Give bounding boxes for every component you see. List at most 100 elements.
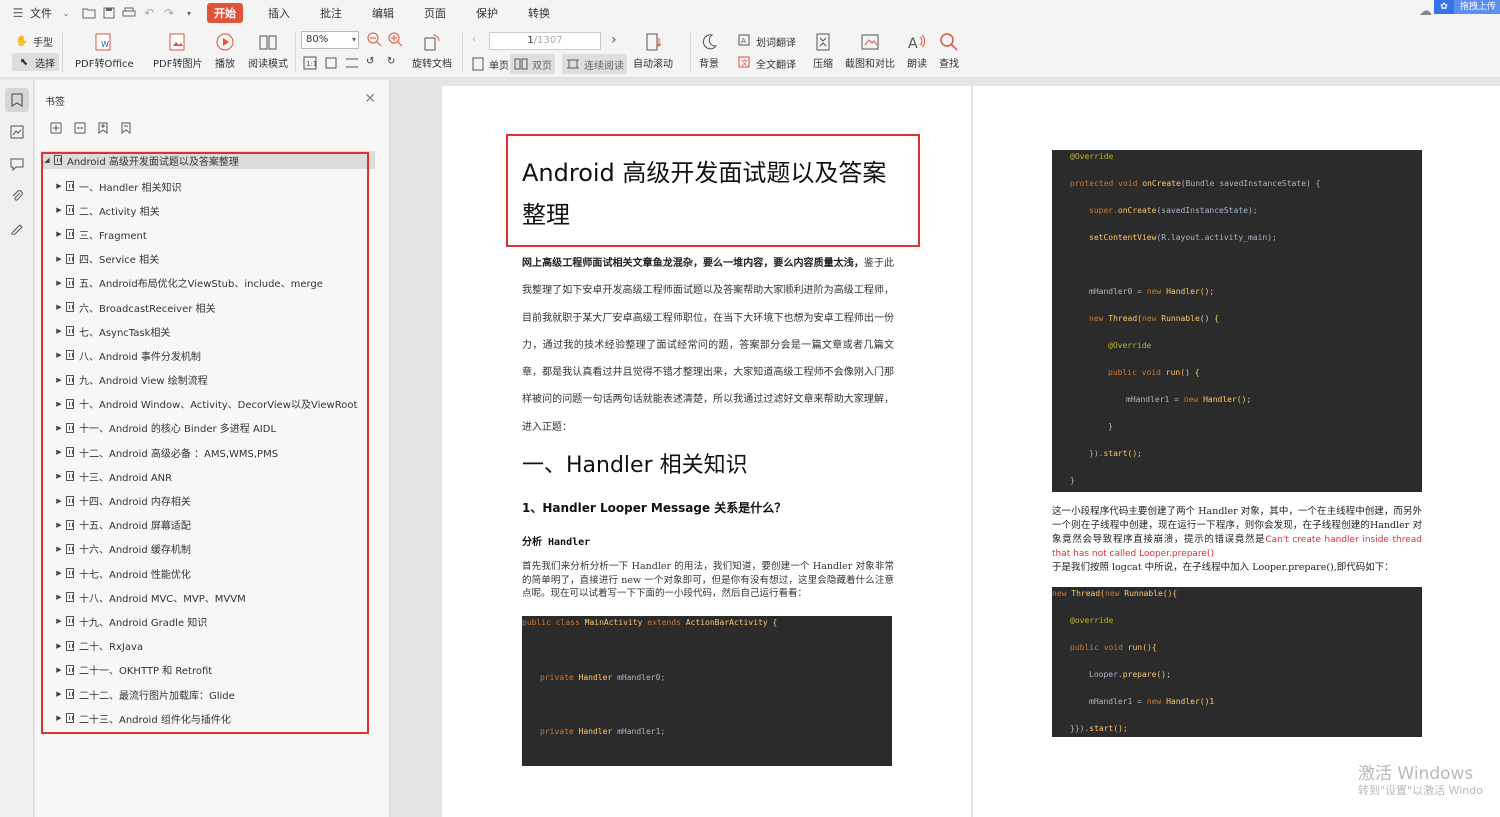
screenshot-compare-button[interactable]: 截图和对比 — [845, 31, 895, 70]
bookmark-item[interactable]: ▶ 五、Android布局优化之ViewStub、include、merge — [41, 271, 375, 295]
bookmark-item[interactable]: ▶ 十八、Android MVC、MVP、MVVM — [41, 585, 375, 609]
expand-arrow-icon[interactable]: ▶ — [53, 448, 65, 456]
open-folder-icon[interactable] — [79, 3, 99, 23]
thumbnail-panel-icon[interactable] — [5, 120, 29, 144]
comment-panel-icon[interactable] — [5, 152, 29, 176]
double-page-button[interactable]: 双页 — [510, 54, 555, 74]
expand-arrow-icon[interactable]: ▶ — [53, 472, 65, 480]
autoscroll-button[interactable]: 自动滚动 — [633, 31, 673, 70]
expand-arrow-icon[interactable]: ▶ — [53, 521, 65, 529]
pdf-to-office-button[interactable]: W PDF转Office — [75, 31, 134, 70]
rotate-left-icon[interactable]: ↺ — [366, 56, 374, 67]
print-icon[interactable] — [119, 3, 139, 23]
expand-arrow-icon[interactable]: ▶ — [53, 279, 65, 287]
chevron-down-icon[interactable]: ⌄ — [61, 3, 71, 23]
signature-icon[interactable] — [5, 216, 29, 240]
expand-arrow-icon[interactable]: ▶ — [53, 497, 65, 505]
tab-convert[interactable]: 转换 — [519, 5, 559, 21]
expand-arrow-icon[interactable]: ▶ — [53, 424, 65, 432]
tab-insert[interactable]: 插入 — [259, 5, 299, 21]
tab-annotate[interactable]: 批注 — [311, 5, 351, 21]
expand-arrow-icon[interactable]: ▶ — [53, 351, 65, 359]
collapse-all-icon[interactable] — [72, 120, 88, 136]
document-viewport[interactable]: Android 高级开发面试题以及答案 整理 网上高级工程师面试相关文章鱼龙混杂… — [391, 80, 1500, 817]
cloud-icon[interactable]: ☁ — [1419, 4, 1432, 19]
read-aloud-button[interactable]: A 朗读 — [906, 31, 928, 70]
zoom-select[interactable]: 80% ▾ — [301, 31, 359, 49]
bookmark-item[interactable]: ▶ 十七、Android 性能优化 — [41, 561, 375, 585]
fit-width-icon[interactable] — [345, 56, 359, 70]
add-bookmark-icon[interactable] — [95, 120, 111, 136]
expand-arrow-icon[interactable]: ▶ — [53, 666, 65, 674]
word-translate-button[interactable]: A 划词翻译 — [737, 33, 796, 49]
bookmark-item[interactable]: ▶ 十一、Android 的核心 Binder 多进程 AIDL — [41, 416, 375, 440]
bookmark-item[interactable]: ▶ 十六、Android 缓存机制 — [41, 537, 375, 561]
bookmark-item[interactable]: ▶ 十四、Android 内存相关 — [41, 488, 375, 512]
customize-icon[interactable]: ▾ — [179, 3, 199, 23]
bookmark-item[interactable]: ▶ 十、Android Window、Activity、DecorView以及Vi… — [41, 392, 375, 416]
fit-page-icon[interactable] — [324, 56, 338, 70]
page-number-input[interactable]: 1/1307 — [489, 32, 601, 50]
rotate-right-icon[interactable]: ↻ — [387, 56, 395, 67]
find-button[interactable]: 查找 — [938, 31, 960, 70]
bookmark-item[interactable]: ▶ 七、AsyncTask相关 — [41, 319, 375, 343]
read-mode-button[interactable]: 阅读模式 — [248, 31, 288, 70]
bookmark-item[interactable]: ▶ 十九、Android Gradle 知识 — [41, 609, 375, 633]
expand-arrow-icon[interactable]: ▶ — [53, 230, 65, 238]
expand-arrow-icon[interactable]: ▶ — [53, 593, 65, 601]
bookmark-item[interactable]: ▶ 十三、Android ANR — [41, 464, 375, 488]
continuous-read-button[interactable]: 连续阅读 — [562, 54, 627, 74]
background-button[interactable]: 背景 — [698, 31, 720, 70]
delete-bookmark-icon[interactable] — [118, 120, 134, 136]
compress-button[interactable]: 压缩 — [812, 31, 834, 70]
expand-arrow-icon[interactable]: ▶ — [53, 642, 65, 650]
expand-all-icon[interactable] — [48, 120, 64, 136]
zoom-in-icon[interactable] — [387, 31, 403, 47]
expand-arrow-icon[interactable]: ▶ — [53, 182, 65, 190]
hamburger-icon[interactable]: ☰ — [8, 3, 28, 23]
expand-arrow-icon[interactable]: ▶ — [53, 690, 65, 698]
tab-page[interactable]: 页面 — [415, 5, 455, 21]
bookmark-panel-icon[interactable] — [5, 88, 29, 112]
collapse-arrow-icon[interactable]: ◢ — [41, 156, 53, 164]
play-button[interactable]: 播放 — [214, 31, 236, 70]
full-translate-button[interactable]: 文 全文翻译 — [737, 55, 796, 71]
tab-edit[interactable]: 编辑 — [363, 5, 403, 21]
next-page-icon[interactable]: › — [611, 32, 617, 48]
bookmark-item[interactable]: ▶ 二十三、Android 组件化与插件化 — [41, 706, 375, 730]
single-page-button[interactable]: 单页 — [470, 56, 509, 72]
bookmark-item[interactable]: ▶ 六、BroadcastReceiver 相关 — [41, 295, 375, 319]
hand-tool-button[interactable]: ✋ 手型 — [14, 33, 53, 49]
tab-home[interactable]: 开始 — [207, 3, 243, 23]
bookmark-item[interactable]: ▶ 三、Fragment — [41, 222, 375, 246]
rotate-document-button[interactable]: 旋转文档 — [412, 31, 452, 70]
bookmark-item[interactable]: ▶ 二十、RxJava — [41, 634, 375, 658]
attachment-icon[interactable] — [5, 184, 29, 208]
save-icon[interactable] — [99, 3, 119, 23]
actual-size-icon[interactable]: 1:1 — [303, 56, 317, 70]
bookmark-item[interactable]: ▶ 九、Android View 绘制流程 — [41, 368, 375, 392]
tab-protect[interactable]: 保护 — [467, 5, 507, 21]
prev-page-icon[interactable]: ‹ — [472, 34, 476, 45]
expand-arrow-icon[interactable]: ▶ — [53, 327, 65, 335]
expand-arrow-icon[interactable]: ▶ — [53, 303, 65, 311]
bookmark-item[interactable]: ▶ 二十二、最流行图片加载库：Glide — [41, 682, 375, 706]
expand-arrow-icon[interactable]: ▶ — [53, 569, 65, 577]
zoom-out-icon[interactable] — [366, 31, 382, 47]
bookmark-item[interactable]: ▶ 二十一、OKHTTP 和 Retrofit — [41, 658, 375, 682]
bookmark-item[interactable]: ▶ 十二、Android 高级必备 ：AMS,WMS,PMS — [41, 440, 375, 464]
menu-file[interactable]: 文件 — [28, 5, 61, 21]
bookmark-item[interactable]: ▶ 二、Activity 相关 — [41, 198, 375, 222]
undo-icon[interactable]: ↶ — [139, 3, 159, 23]
expand-arrow-icon[interactable]: ▶ — [53, 617, 65, 625]
upload-button[interactable]: ✿ 拖拽上传 — [1434, 0, 1500, 14]
expand-arrow-icon[interactable]: ▶ — [53, 376, 65, 384]
bookmark-item[interactable]: ▶ 四、Service 相关 — [41, 247, 375, 271]
select-tool-button[interactable]: ⬉ 选择 — [12, 53, 59, 71]
redo-icon[interactable]: ↷ — [159, 3, 179, 23]
expand-arrow-icon[interactable]: ▶ — [53, 545, 65, 553]
expand-arrow-icon[interactable]: ▶ — [53, 714, 65, 722]
expand-arrow-icon[interactable]: ▶ — [53, 206, 65, 214]
bookmark-item[interactable]: ▶ 一、Handler 相关知识 — [41, 174, 375, 198]
expand-arrow-icon[interactable]: ▶ — [53, 255, 65, 263]
